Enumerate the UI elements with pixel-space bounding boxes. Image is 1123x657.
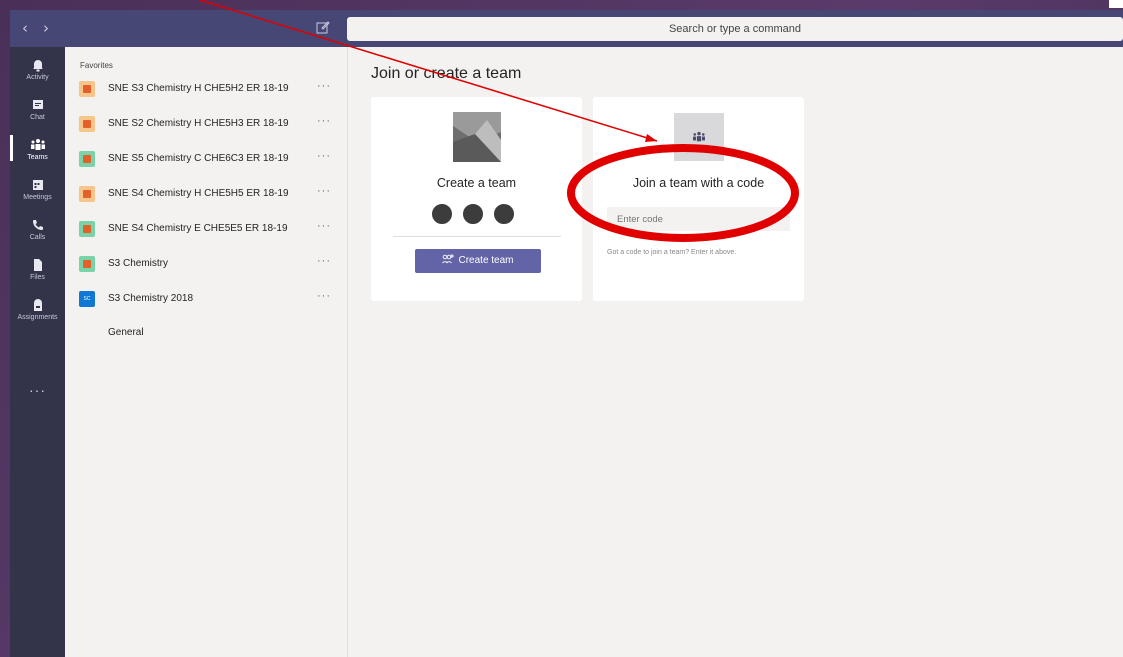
create-team-illustration [453,112,501,162]
team-initials: SC [83,296,91,302]
team-avatar [79,81,95,97]
join-team-title: Join a team with a code [632,176,765,190]
create-team-button[interactable]: Create team [415,249,541,273]
teams-icon [30,139,45,150]
team-name: SNE S4 Chemistry H CHE5H5 ER 18-19 [108,188,289,199]
rail-item-assignments[interactable]: Assignments [10,298,65,321]
team-avatar [79,221,95,237]
team-more-options-button[interactable]: ··· [317,185,331,197]
team-name: SNE S4 Chemistry E CHE5E5 ER 18-19 [108,223,288,234]
team-name: S3 Chemistry [108,258,169,269]
team-row[interactable]: SNE S2 Chemistry H CHE5H3 ER 18-19 ··· [79,115,339,135]
file-icon [33,259,42,271]
team-row[interactable]: SNE S5 Chemistry C CHE6C3 ER 18-19 ··· [79,150,339,170]
team-avatar: SC [79,291,95,307]
rail-label-assignments: Assignments [17,314,58,321]
add-people-icon [442,254,455,264]
chat-icon [32,100,43,109]
teams-icon [693,131,705,142]
back-button[interactable]: ‹ [22,19,28,37]
rail-item-meetings[interactable]: Meetings [10,178,65,201]
page-title: Join or create a team [371,65,522,82]
create-team-card[interactable]: Create a team Create team [371,97,582,301]
rail-item-chat[interactable]: Chat [10,98,65,121]
app-rail: Activity Chat Teams Meetings Calls Files… [10,47,65,657]
favorites-heading: Favorites [80,61,113,70]
search-input[interactable]: Search or type a command [347,17,1123,41]
create-team-button-label: Create team [458,255,514,266]
avatar [461,202,485,226]
team-more-options-button[interactable]: ··· [317,115,331,127]
rail-more-button[interactable]: ··· [10,382,65,398]
team-more-options-button[interactable]: ··· [317,290,331,302]
avatar [492,202,516,226]
compose-icon[interactable] [316,20,330,34]
team-avatar [79,116,95,132]
team-code-help-text: Got a code to join a team? Enter it abov… [607,249,737,256]
team-row[interactable]: SC S3 Chemistry 2018 ··· [79,290,339,310]
team-name: S3 Chemistry 2018 [108,293,194,304]
team-row[interactable]: SNE S3 Chemistry H CHE5H2 ER 18-19 ··· [79,80,339,100]
rail-label-calls: Calls [29,234,46,241]
rail-item-teams[interactable]: Teams [10,135,65,161]
rail-label-meetings: Meetings [23,194,52,201]
create-team-title: Create a team [436,176,517,190]
rail-label-activity: Activity [26,74,49,81]
rail-label-files: Files [30,274,45,281]
team-name: SNE S3 Chemistry H CHE5H2 ER 18-19 [108,83,289,94]
team-name: SNE S5 Chemistry C CHE6C3 ER 18-19 [108,153,289,164]
team-row[interactable]: SNE S4 Chemistry H CHE5H5 ER 18-19 ··· [79,185,339,205]
team-row[interactable]: SNE S4 Chemistry E CHE5E5 ER 18-19 ··· [79,220,339,240]
rail-label-teams: Teams [27,154,48,161]
team-code-input[interactable] [607,207,790,231]
title-bar: ‹ › Search or type a command [10,10,1123,47]
team-more-options-button[interactable]: ··· [317,255,331,267]
rail-item-activity[interactable]: Activity [10,58,65,81]
rail-label-chat: Chat [30,114,45,121]
teams-window: ‹ › Search or type a command Activity Ch… [10,10,1123,657]
forward-button[interactable]: › [43,19,49,37]
avatar [430,202,454,226]
channel-general[interactable]: General [108,327,144,338]
join-team-card: Join a team with a code Got a code to jo… [593,97,804,301]
avatar-group [430,202,524,226]
slide-corner [1109,0,1123,8]
team-name: SNE S2 Chemistry H CHE5H3 ER 18-19 [108,118,289,129]
team-more-options-button[interactable]: ··· [317,220,331,232]
rail-item-calls[interactable]: Calls [10,218,65,241]
phone-icon [32,220,43,230]
team-more-options-button[interactable]: ··· [317,150,331,162]
team-row[interactable]: S3 Chemistry ··· [79,255,339,275]
calendar-icon [32,180,43,190]
team-avatar [79,186,95,202]
join-team-illustration [674,113,724,161]
team-avatar [79,256,95,272]
card-divider [393,236,561,237]
bell-icon [32,60,43,72]
team-more-options-button[interactable]: ··· [317,80,331,92]
backpack-icon [33,299,42,311]
rail-item-files[interactable]: Files [10,258,65,281]
team-avatar [79,151,95,167]
team-list: Favorites SNE S3 Chemistry H CHE5H2 ER 1… [65,47,348,657]
